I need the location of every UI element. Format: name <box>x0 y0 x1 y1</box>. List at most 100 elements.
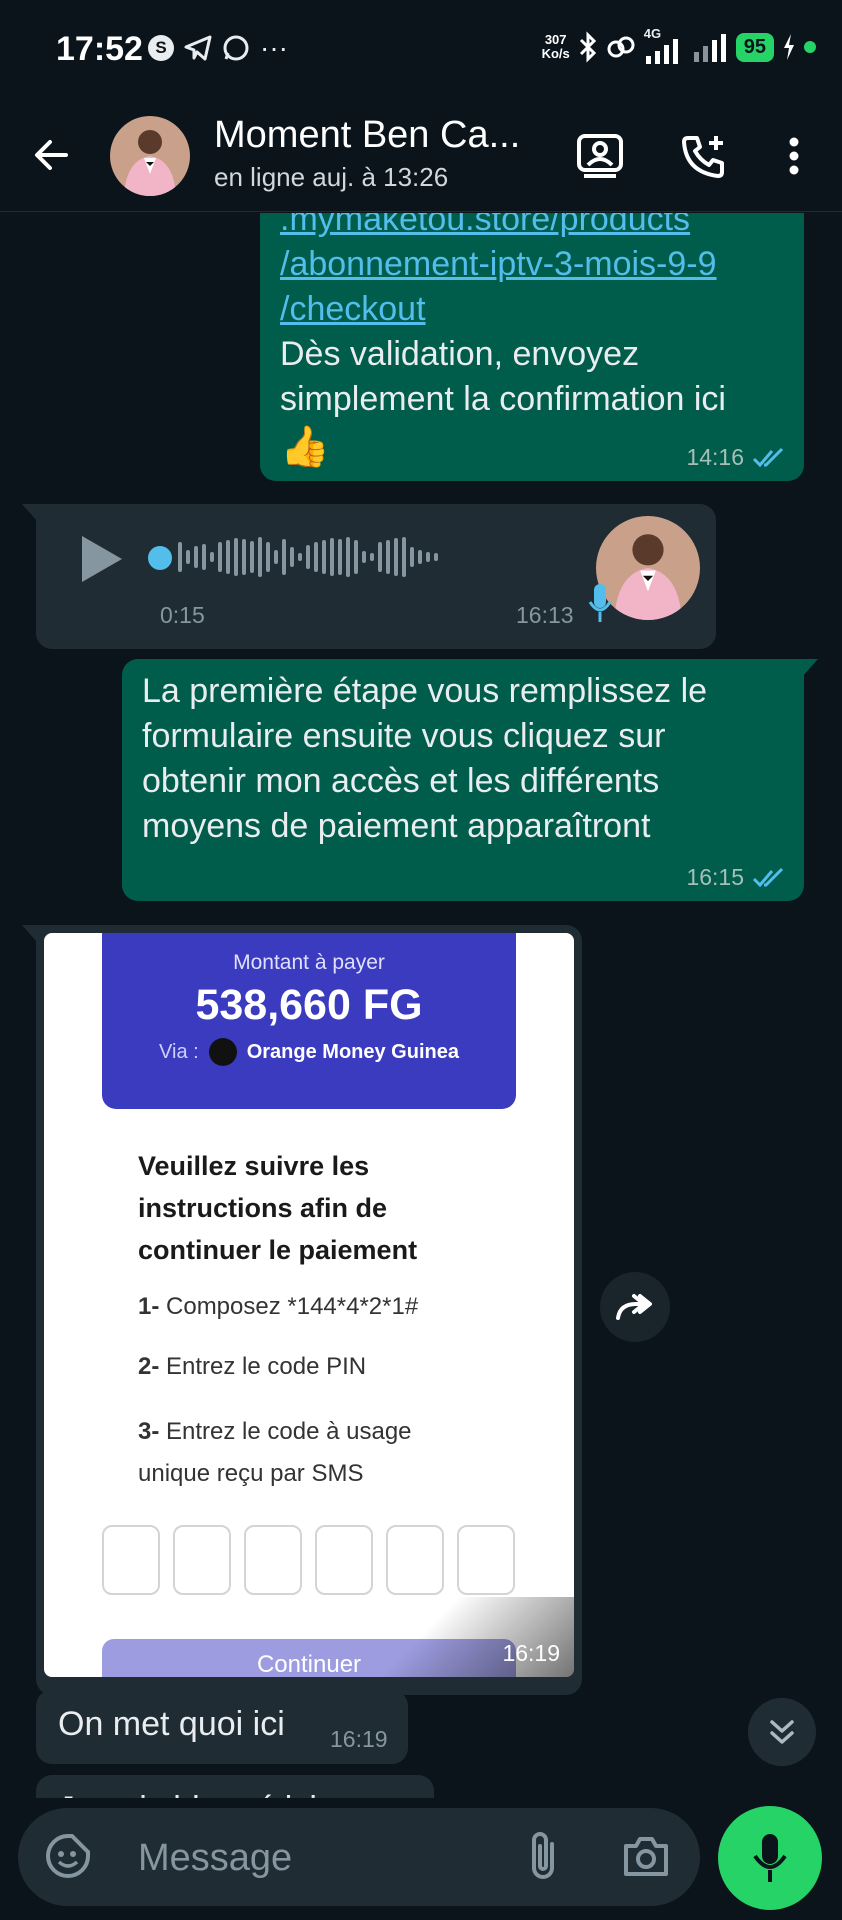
message-text: On met quoi ici <box>58 1705 285 1743</box>
chat-area[interactable]: .mymaketou.store/products /abonnement-ip… <box>0 213 842 1800</box>
step-text: Composez *144*4*2*1# <box>159 1293 419 1320</box>
step-2: 2- Entrez le code PIN <box>138 1353 366 1381</box>
outgoing-message[interactable]: .mymaketou.store/products /abonnement-ip… <box>260 213 804 481</box>
waveform[interactable] <box>178 532 438 582</box>
scroll-to-bottom-button[interactable] <box>748 1698 816 1766</box>
voice-duration: 0:15 <box>160 602 205 628</box>
provider-name: Orange Money Guinea <box>246 1040 459 1063</box>
waveform-bar <box>298 553 302 561</box>
s-circle-icon: S <box>148 35 174 61</box>
waveform-bar <box>242 539 246 575</box>
add-call-button[interactable] <box>676 128 732 184</box>
message-input[interactable]: Message <box>138 1837 292 1880</box>
waveform-bar <box>426 552 430 562</box>
payment-summary: Montant à payer 538,660 FG Via : Orange … <box>102 933 516 1109</box>
link-icon <box>607 36 635 58</box>
attach-button[interactable] <box>526 1830 560 1889</box>
system-icons: 307 Ko/s 4G 95 <box>542 26 816 64</box>
add-call-icon <box>682 136 724 178</box>
play-icon <box>82 536 122 582</box>
speed-value: 307 <box>544 32 567 47</box>
incoming-message[interactable]: Je suis bloqué ici <box>36 1775 434 1800</box>
outgoing-message[interactable]: La première étape vous remplissez le for… <box>122 659 818 901</box>
waveform-bar <box>226 540 230 574</box>
waveform-bar <box>266 542 270 572</box>
incoming-message[interactable]: On met quoi ici 16:19 <box>36 1690 408 1764</box>
status-time: 17:52 <box>56 30 143 68</box>
step-number: 3- <box>138 1418 160 1445</box>
waveform-bar <box>314 542 318 572</box>
play-button[interactable] <box>78 534 124 589</box>
otp-code-boxes <box>102 1525 515 1595</box>
bluetooth-icon <box>579 31 596 63</box>
camera-button[interactable] <box>622 1834 670 1883</box>
sticker-icon <box>46 1834 90 1878</box>
telegram-icon <box>184 35 212 61</box>
waveform-bar <box>362 551 366 563</box>
step-text: Entrez le code à usage unique reçu par S… <box>138 1418 412 1487</box>
waveform-bar <box>186 550 190 564</box>
contact-name[interactable]: Moment Ben Ca... <box>214 114 520 157</box>
contact-avatar[interactable] <box>110 116 190 196</box>
waveform-bar <box>386 540 390 574</box>
amount-value: 538,660 FG <box>195 981 423 1029</box>
message-time: 16:19 <box>502 1640 560 1666</box>
orange-money-logo-icon <box>208 1038 237 1066</box>
message-composer[interactable]: Message <box>18 1808 700 1906</box>
message-text: La première étape vous remplissez le for… <box>142 672 708 845</box>
signal-4g-icon: 4G <box>644 26 684 64</box>
waveform-bar <box>306 545 310 569</box>
message-meta: 14:16 <box>686 444 786 471</box>
playback-position[interactable] <box>148 546 172 570</box>
waveform-bar <box>178 542 182 572</box>
voice-message[interactable]: 0:15 16:13 <box>22 504 716 649</box>
more-options-button[interactable] <box>766 128 822 184</box>
otp-box <box>386 1525 444 1595</box>
link-line: /abonnement-iptv-3-mois-9-9 <box>280 245 717 283</box>
amount-label: Montant à payer <box>233 951 385 974</box>
camera-icon <box>624 1837 668 1876</box>
payment-via: Via : Orange Money Guinea <box>102 1038 516 1066</box>
message-time: 14:16 <box>686 444 744 470</box>
waveform-bar <box>410 547 414 567</box>
status-bar: 17:52 S ··· 307 Ko/s 4G 95 <box>0 0 842 100</box>
waveform-bar <box>434 553 438 561</box>
message-link[interactable]: .mymaketou.store/products /abonnement-ip… <box>280 213 790 332</box>
contact-status: en ligne auj. à 13:26 <box>214 162 449 192</box>
message-body: .mymaketou.store/products /abonnement-ip… <box>280 213 790 472</box>
attach-icon <box>532 1832 554 1879</box>
step-1: 1- Composez *144*4*2*1# <box>138 1293 418 1321</box>
step-number: 1- <box>138 1293 160 1320</box>
contact-card-button[interactable] <box>572 128 628 184</box>
waveform-bar <box>402 537 406 577</box>
waveform-bar <box>346 537 350 577</box>
whatsapp-icon <box>223 35 249 61</box>
notification-icons: S ··· <box>148 34 288 62</box>
image-message[interactable]: Montant à payer 538,660 FG Via : Orange … <box>22 925 582 1695</box>
step-number: 2- <box>138 1353 160 1380</box>
message-time: 16:15 <box>686 864 744 890</box>
payment-screenshot[interactable]: Montant à payer 538,660 FG Via : Orange … <box>44 933 574 1677</box>
link-line: .mymaketou.store/products <box>280 213 691 238</box>
double-check-icon <box>752 867 784 887</box>
forward-button[interactable] <box>600 1272 670 1342</box>
avatar-photo <box>110 116 190 196</box>
battery-indicator: 95 <box>735 32 774 62</box>
step-3: 3- Entrez le code à usage unique reçu pa… <box>138 1411 478 1495</box>
waveform-bar <box>354 540 358 574</box>
voice-record-button[interactable] <box>718 1806 822 1910</box>
chat-header: Moment Ben Ca... en ligne auj. à 13:26 <box>0 100 842 212</box>
mic-icon <box>588 584 612 622</box>
sticker-button[interactable] <box>44 1832 92 1885</box>
back-button[interactable] <box>28 130 78 180</box>
otp-box <box>457 1525 515 1595</box>
bubble-tail <box>22 925 38 943</box>
more-vert-icon <box>789 137 799 175</box>
network-speed: 307 Ko/s <box>542 33 570 61</box>
waveform-bar <box>234 538 238 576</box>
mic-icon <box>753 1834 787 1882</box>
waveform-bar <box>418 550 422 564</box>
waveform-bar <box>210 552 214 562</box>
waveform-bar <box>290 547 294 567</box>
otp-box <box>315 1525 373 1595</box>
